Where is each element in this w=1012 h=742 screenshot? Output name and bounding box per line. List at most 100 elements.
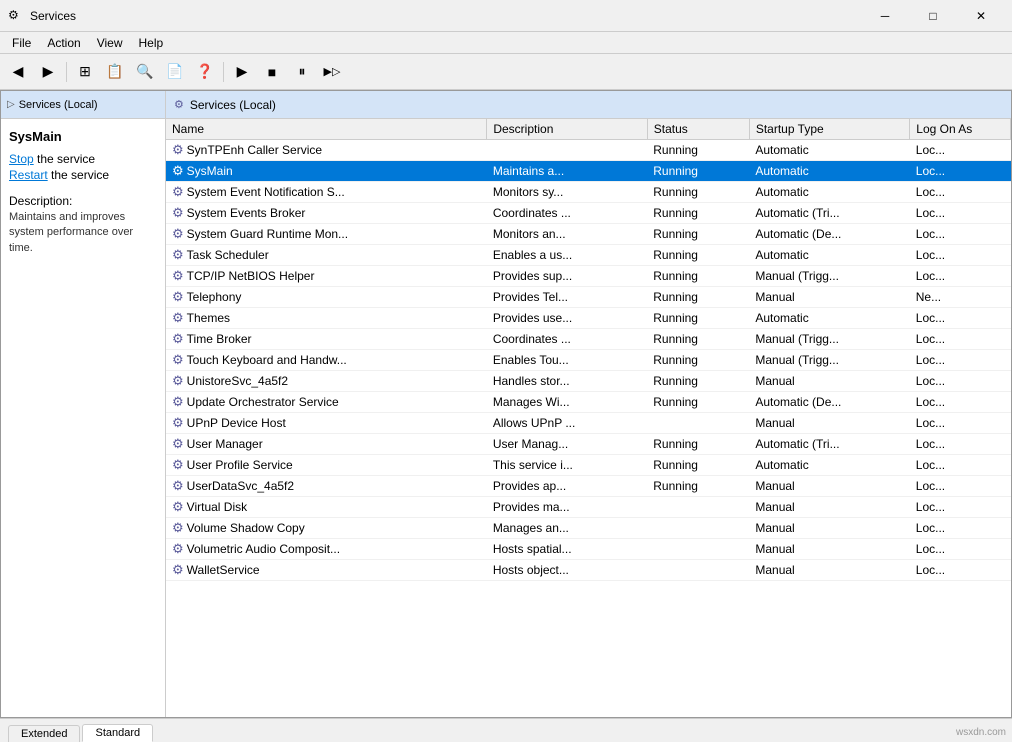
stop-service-line: Stop the service (9, 152, 157, 166)
stop-text: the service (34, 152, 95, 166)
table-row[interactable]: ⚙UnistoreSvc_4a5f2Handles stor...Running… (166, 371, 1011, 392)
col-header-startup[interactable]: Startup Type (749, 119, 909, 140)
title-bar-controls: ─ □ ✕ (862, 0, 1004, 32)
col-header-logon[interactable]: Log On As (910, 119, 1011, 140)
menu-item-file[interactable]: File (4, 34, 39, 52)
table-header-row: Name Description Status Startup Type Log… (166, 119, 1011, 140)
table-row[interactable]: ⚙Task SchedulerEnables a us...RunningAut… (166, 245, 1011, 266)
service-startup-cell: Automatic (749, 161, 909, 182)
service-logon-cell: Loc... (910, 497, 1011, 518)
minimize-button[interactable]: ─ (862, 0, 908, 32)
service-name-cell: ⚙System Guard Runtime Mon... (166, 224, 487, 245)
tab-standard[interactable]: Standard (82, 724, 153, 742)
service-desc-cell: Manages an... (487, 518, 647, 539)
table-row[interactable]: ⚙TCP/IP NetBIOS HelperProvides sup...Run… (166, 266, 1011, 287)
start-service-button[interactable]: ▶ (228, 58, 256, 86)
service-name-cell: ⚙UnistoreSvc_4a5f2 (166, 371, 487, 392)
right-panel: ⚙ Services (Local) Name Description Stat… (166, 91, 1011, 717)
table-row[interactable]: ⚙Volume Shadow CopyManages an...ManualLo… (166, 518, 1011, 539)
service-startup-cell: Automatic (De... (749, 224, 909, 245)
service-name-cell: ⚙Update Orchestrator Service (166, 392, 487, 413)
restart-service-button[interactable]: ▶▷ (318, 58, 346, 86)
service-name-cell: ⚙Touch Keyboard and Handw... (166, 350, 487, 371)
table-row[interactable]: ⚙Virtual DiskProvides ma...ManualLoc... (166, 497, 1011, 518)
table-row[interactable]: ⚙ThemesProvides use...RunningAutomaticLo… (166, 308, 1011, 329)
show-scope-button[interactable]: ⊞ (71, 58, 99, 86)
close-button[interactable]: ✕ (958, 0, 1004, 32)
service-logon-cell: Loc... (910, 413, 1011, 434)
service-name-cell: ⚙Time Broker (166, 329, 487, 350)
service-status-cell: Running (647, 455, 749, 476)
right-panel-title: Services (Local) (190, 98, 276, 112)
properties-button[interactable]: 📄 (161, 58, 189, 86)
table-row[interactable]: ⚙Touch Keyboard and Handw...Enables Tou.… (166, 350, 1011, 371)
service-name-cell: ⚙User Manager (166, 434, 487, 455)
table-row[interactable]: ⚙System Guard Runtime Mon...Monitors an.… (166, 224, 1011, 245)
left-nav-label: Services (Local) (19, 99, 98, 111)
service-startup-cell: Manual (749, 518, 909, 539)
service-status-cell (647, 497, 749, 518)
table-row[interactable]: ⚙UserDataSvc_4a5f2Provides ap...RunningM… (166, 476, 1011, 497)
show-console-tree-button[interactable]: 🔍 (131, 58, 159, 86)
service-logon-cell: Loc... (910, 560, 1011, 581)
service-startup-cell: Automatic (749, 308, 909, 329)
service-startup-cell: Manual (749, 539, 909, 560)
table-row[interactable]: ⚙Time BrokerCoordinates ...RunningManual… (166, 329, 1011, 350)
table-row[interactable]: ⚙User ManagerUser Manag...RunningAutomat… (166, 434, 1011, 455)
service-status-cell (647, 413, 749, 434)
back-button[interactable]: ◀ (4, 58, 32, 86)
stop-service-button[interactable]: ■ (258, 58, 286, 86)
service-startup-cell: Manual (749, 413, 909, 434)
col-header-name[interactable]: Name (166, 119, 487, 140)
help-button[interactable]: ❓ (191, 58, 219, 86)
menu-item-action[interactable]: Action (39, 34, 88, 52)
service-desc-cell: Provides Tel... (487, 287, 647, 308)
service-desc-cell: This service i... (487, 455, 647, 476)
service-startup-cell: Manual (749, 371, 909, 392)
menu-item-help[interactable]: Help (131, 34, 172, 52)
service-status-cell: Running (647, 224, 749, 245)
service-name-cell: ⚙Themes (166, 308, 487, 329)
service-startup-cell: Manual (Trigg... (749, 350, 909, 371)
show-action-pane-button[interactable]: 📋 (101, 58, 129, 86)
toolbar: ◀ ▶ ⊞ 📋 🔍 📄 ❓ ▶ ■ ⏸ ▶▷ (0, 54, 1012, 90)
table-row[interactable]: ⚙SysMainMaintains a...RunningAutomaticLo… (166, 161, 1011, 182)
service-logon-cell: Loc... (910, 308, 1011, 329)
service-name-cell: ⚙SynTPEnh Caller Service (166, 140, 487, 161)
table-row[interactable]: ⚙TelephonyProvides Tel...RunningManualNe… (166, 287, 1011, 308)
description-text: Maintains and improves system performanc… (9, 210, 157, 256)
services-table: Name Description Status Startup Type Log… (166, 119, 1011, 581)
table-row[interactable]: ⚙SynTPEnh Caller ServiceRunningAutomatic… (166, 140, 1011, 161)
service-status-cell: Running (647, 329, 749, 350)
service-logon-cell: Loc... (910, 203, 1011, 224)
forward-button[interactable]: ▶ (34, 58, 62, 86)
service-name-cell: ⚙UserDataSvc_4a5f2 (166, 476, 487, 497)
table-row[interactable]: ⚙System Event Notification S...Monitors … (166, 182, 1011, 203)
service-status-cell: Running (647, 287, 749, 308)
pause-service-button[interactable]: ⏸ (288, 58, 316, 86)
service-name-cell: ⚙WalletService (166, 560, 487, 581)
service-status-cell: Running (647, 161, 749, 182)
restart-service-link[interactable]: Restart (9, 168, 48, 182)
table-row[interactable]: ⚙WalletServiceHosts object...ManualLoc..… (166, 560, 1011, 581)
stop-service-link[interactable]: Stop (9, 152, 34, 166)
col-header-status[interactable]: Status (647, 119, 749, 140)
service-desc-cell: Monitors an... (487, 224, 647, 245)
service-startup-cell: Manual (Trigg... (749, 266, 909, 287)
service-status-cell: Running (647, 203, 749, 224)
service-name-cell: ⚙Volume Shadow Copy (166, 518, 487, 539)
left-nav-header[interactable]: ▷ Services (Local) (1, 91, 165, 119)
table-row[interactable]: ⚙Update Orchestrator ServiceManages Wi..… (166, 392, 1011, 413)
table-row[interactable]: ⚙Volumetric Audio Composit...Hosts spati… (166, 539, 1011, 560)
table-row[interactable]: ⚙UPnP Device HostAllows UPnP ...ManualLo… (166, 413, 1011, 434)
maximize-button[interactable]: □ (910, 0, 956, 32)
menu-item-view[interactable]: View (89, 34, 131, 52)
tab-extended[interactable]: Extended (8, 725, 80, 742)
services-table-container[interactable]: Name Description Status Startup Type Log… (166, 119, 1011, 717)
service-desc-cell (487, 140, 647, 161)
service-name-cell: ⚙System Events Broker (166, 203, 487, 224)
service-logon-cell: Loc... (910, 371, 1011, 392)
table-row[interactable]: ⚙System Events BrokerCoordinates ...Runn… (166, 203, 1011, 224)
col-header-description[interactable]: Description (487, 119, 647, 140)
table-row[interactable]: ⚙User Profile ServiceThis service i...Ru… (166, 455, 1011, 476)
